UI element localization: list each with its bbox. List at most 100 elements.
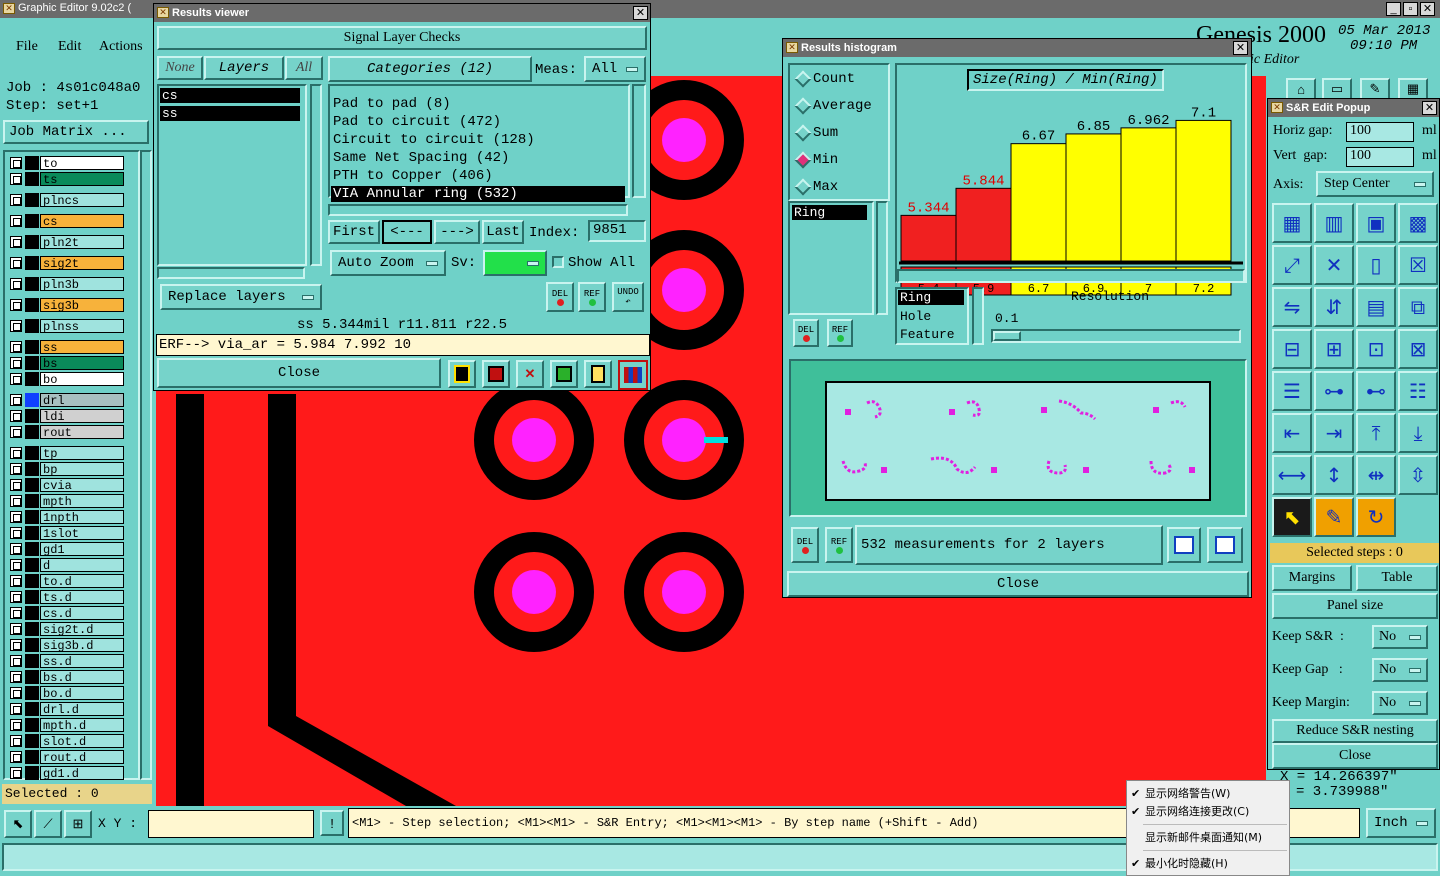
toolbar-icon-button[interactable]: ⌂ bbox=[1286, 78, 1316, 100]
layer-name[interactable]: d bbox=[40, 558, 124, 573]
category-item[interactable]: Circuit to circuit (128) bbox=[331, 132, 625, 148]
none-button[interactable]: None bbox=[157, 56, 203, 80]
histogram-hscroll[interactable] bbox=[897, 269, 1245, 283]
layer-checkbox[interactable] bbox=[10, 527, 22, 539]
layer-affected-swatch[interactable] bbox=[25, 256, 39, 270]
align-left-button[interactable]: ⇤ bbox=[1272, 413, 1312, 453]
select-tool-button[interactable]: ⬉ bbox=[4, 810, 32, 838]
layer-list-scrollbar[interactable] bbox=[310, 84, 322, 266]
vert-gap-input[interactable]: 100 bbox=[1346, 147, 1414, 167]
histogram-titlebar[interactable]: Results histogram bbox=[783, 39, 1251, 57]
step-icon-button[interactable] bbox=[550, 360, 578, 388]
array-button[interactable]: ▤ bbox=[1356, 287, 1396, 327]
layer-affected-swatch[interactable] bbox=[25, 409, 39, 423]
pick-step-button[interactable]: ⬉ bbox=[1272, 497, 1312, 537]
layer-name[interactable]: cvia bbox=[40, 478, 124, 493]
category-scrollbar[interactable] bbox=[632, 84, 646, 198]
layer-checkbox[interactable] bbox=[10, 157, 22, 169]
layer-checkbox[interactable] bbox=[10, 671, 22, 683]
zoom-tool-button[interactable]: ⟋ bbox=[34, 810, 62, 838]
layer-checkbox[interactable] bbox=[10, 215, 22, 227]
context-menu-item[interactable]: ✔ 最小化时隐藏(H) bbox=[1127, 855, 1289, 873]
layer-name[interactable]: bo.d bbox=[40, 686, 124, 701]
margins-button[interactable]: Margins bbox=[1272, 565, 1352, 591]
distribute-h-button[interactable]: ⊡ bbox=[1356, 329, 1396, 369]
space-h-button[interactable]: ⟷ bbox=[1272, 455, 1312, 495]
layer-affected-swatch[interactable] bbox=[25, 750, 39, 764]
resolution-slider[interactable] bbox=[991, 329, 1241, 343]
horiz-gap-input[interactable]: 100 bbox=[1346, 122, 1414, 142]
layer-affected-swatch[interactable] bbox=[25, 393, 39, 407]
replace-layers-dropdown[interactable]: Replace layers bbox=[160, 284, 322, 310]
layer-row[interactable]: cs.d bbox=[8, 606, 124, 621]
layer-affected-swatch[interactable] bbox=[25, 425, 39, 439]
mirror-h-button[interactable]: ⇋ bbox=[1272, 287, 1312, 327]
layer-row[interactable]: pln3b bbox=[8, 277, 124, 292]
align-top-button[interactable]: ⤒ bbox=[1356, 413, 1396, 453]
prev-button[interactable]: <--- bbox=[382, 220, 432, 244]
move-step-button[interactable]: ⤢ bbox=[1272, 245, 1312, 285]
layer-row[interactable]: to.d bbox=[8, 574, 124, 589]
rotate-step-button[interactable]: ▯ bbox=[1356, 245, 1396, 285]
layer-affected-swatch[interactable] bbox=[25, 590, 39, 604]
layer-row[interactable]: ts.d bbox=[8, 590, 124, 605]
layer-affected-swatch[interactable] bbox=[25, 622, 39, 636]
layer-row[interactable]: bo.d bbox=[8, 686, 124, 701]
param-scrollbar[interactable] bbox=[972, 287, 984, 345]
layer-row[interactable]: 1npth bbox=[8, 510, 124, 525]
layer-row[interactable]: pln2t bbox=[8, 235, 124, 250]
spread-row-button[interactable]: ⊷ bbox=[1356, 371, 1396, 411]
layer-row[interactable]: gd1.d bbox=[8, 766, 124, 781]
layer-checkbox[interactable] bbox=[10, 719, 22, 731]
layer-checkbox[interactable] bbox=[10, 341, 22, 353]
layer-row[interactable]: plncs bbox=[8, 193, 124, 208]
close-main-button[interactable]: ✕ bbox=[1420, 2, 1435, 16]
menu-actions[interactable]: Actions bbox=[99, 39, 143, 55]
units-dropdown[interactable]: Inch bbox=[1366, 808, 1436, 838]
layer-affected-swatch[interactable] bbox=[25, 702, 39, 716]
layer-affected-swatch[interactable] bbox=[25, 574, 39, 588]
compress-h-button[interactable]: ⇹ bbox=[1356, 455, 1396, 495]
layer-scrollbar[interactable] bbox=[140, 150, 152, 780]
layers-button[interactable]: Layers bbox=[204, 56, 284, 80]
auto-zoom-dropdown[interactable]: Auto Zoom bbox=[330, 250, 446, 276]
layer-row[interactable]: cs bbox=[8, 214, 124, 229]
distribute-v-button[interactable]: ⊠ bbox=[1398, 329, 1438, 369]
del-button[interactable]: DEL bbox=[546, 282, 574, 312]
layer-affected-swatch[interactable] bbox=[25, 734, 39, 748]
pick-rotate-button[interactable]: ↻ bbox=[1356, 497, 1396, 537]
report-icon-button[interactable] bbox=[584, 360, 612, 388]
histogram-bar[interactable] bbox=[900, 214, 957, 262]
menu-file[interactable]: File bbox=[16, 39, 38, 55]
job-matrix-button[interactable]: Job Matrix ... bbox=[3, 120, 149, 144]
layer-affected-swatch[interactable] bbox=[25, 670, 39, 684]
layer-affected-swatch[interactable] bbox=[25, 606, 39, 620]
via-pad[interactable] bbox=[474, 532, 594, 652]
all-button[interactable]: All bbox=[285, 56, 323, 80]
layer-checkbox[interactable] bbox=[10, 194, 22, 206]
layer-checkbox[interactable] bbox=[10, 463, 22, 475]
layer-checkbox[interactable] bbox=[10, 373, 22, 385]
category-hscroll[interactable] bbox=[328, 204, 628, 216]
stack-right-button[interactable]: ⊞ bbox=[1314, 329, 1354, 369]
layer-name[interactable]: ts bbox=[40, 172, 124, 187]
layer-affected-swatch[interactable] bbox=[25, 277, 39, 291]
import-icon-button[interactable] bbox=[1207, 527, 1243, 563]
sr-popup-close-x[interactable]: ✕ bbox=[1422, 101, 1437, 115]
spread-col-button[interactable]: ☷ bbox=[1398, 371, 1438, 411]
stack-top-button[interactable]: ☰ bbox=[1272, 371, 1312, 411]
clear-icon-button[interactable]: ✕ bbox=[516, 360, 544, 388]
layer-name[interactable]: bp bbox=[40, 462, 124, 477]
via-pad[interactable] bbox=[624, 532, 744, 652]
layer-checkbox[interactable] bbox=[10, 447, 22, 459]
layer-row[interactable]: gd1 bbox=[8, 542, 124, 557]
layer-name[interactable]: slot.d bbox=[40, 734, 124, 749]
toolbar-icon-button[interactable]: ✎ bbox=[1360, 78, 1390, 100]
layer-checkbox[interactable] bbox=[10, 495, 22, 507]
layer-affected-swatch[interactable] bbox=[25, 510, 39, 524]
zoom-icon-button[interactable] bbox=[448, 360, 476, 388]
layer-name[interactable]: bs.d bbox=[40, 670, 124, 685]
layer-name[interactable]: ss bbox=[40, 340, 124, 355]
last-button[interactable]: Last bbox=[482, 220, 524, 244]
layer-row[interactable]: slot.d bbox=[8, 734, 124, 749]
